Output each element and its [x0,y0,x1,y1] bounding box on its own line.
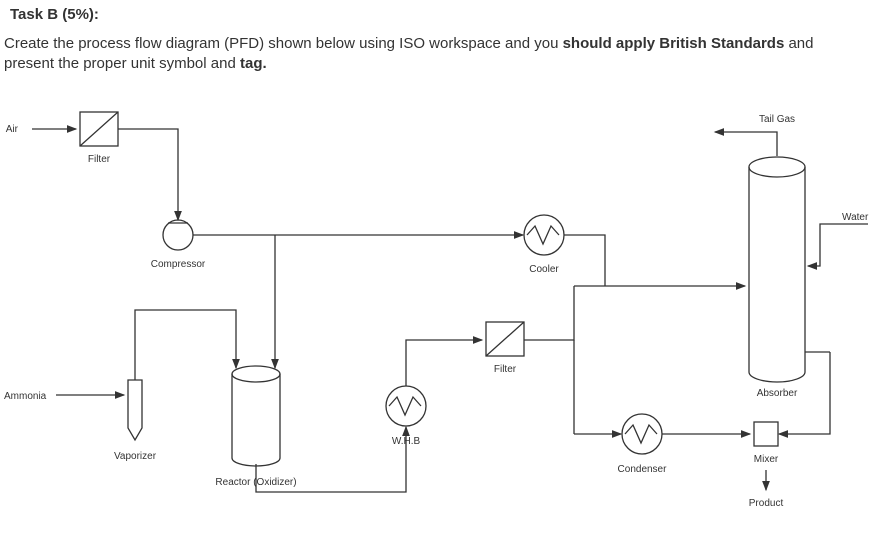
label-condenser: Condenser [618,464,668,475]
diagram-svg: Air Filter Compressor Ammonia Vaporizer … [0,92,881,552]
unit-cooler [524,215,564,255]
unit-mixer [754,422,778,446]
label-air: Air [6,124,19,135]
label-filter2: Filter [494,364,517,375]
stream-filter2-up [524,286,574,340]
label-filter1: Filter [88,154,111,165]
label-cooler: Cooler [529,264,559,275]
label-compressor: Compressor [151,259,206,270]
stream-vap-reactor [135,310,236,380]
instruction-text: Create the process flow diagram (PFD) sh… [4,34,864,75]
label-whb: W.H.B [392,436,421,447]
unit-filter1 [80,112,118,146]
unit-reactor [232,366,280,466]
label-mixer: Mixer [754,454,779,465]
label-tailgas: Tail Gas [759,114,795,125]
instr-pre: Create the process flow diagram (PFD) sh… [4,35,563,52]
unit-filter2 [486,322,524,356]
stream-cooler-down [564,235,605,286]
label-water: Water [842,212,869,223]
unit-whb [386,386,426,426]
instr-bold2: tag. [240,55,267,72]
unit-absorber [749,157,805,382]
unit-compressor [163,220,193,250]
unit-vaporizer [128,380,142,440]
label-absorber: Absorber [757,388,798,399]
instr-bold1: should apply British Standards [563,35,785,52]
stream-whb-filter2 [406,340,482,386]
stream-tailgas [715,132,777,156]
label-vaporizer: Vaporizer [114,451,157,462]
label-ammonia: Ammonia [4,391,47,402]
stream-filter-comp [118,129,178,220]
unit-condenser [622,414,662,454]
stream-water-in [808,224,868,266]
label-product: Product [749,498,784,509]
pfd-diagram: Air Filter Compressor Ammonia Vaporizer … [0,92,881,552]
task-title: Task B (5%): [10,6,99,23]
